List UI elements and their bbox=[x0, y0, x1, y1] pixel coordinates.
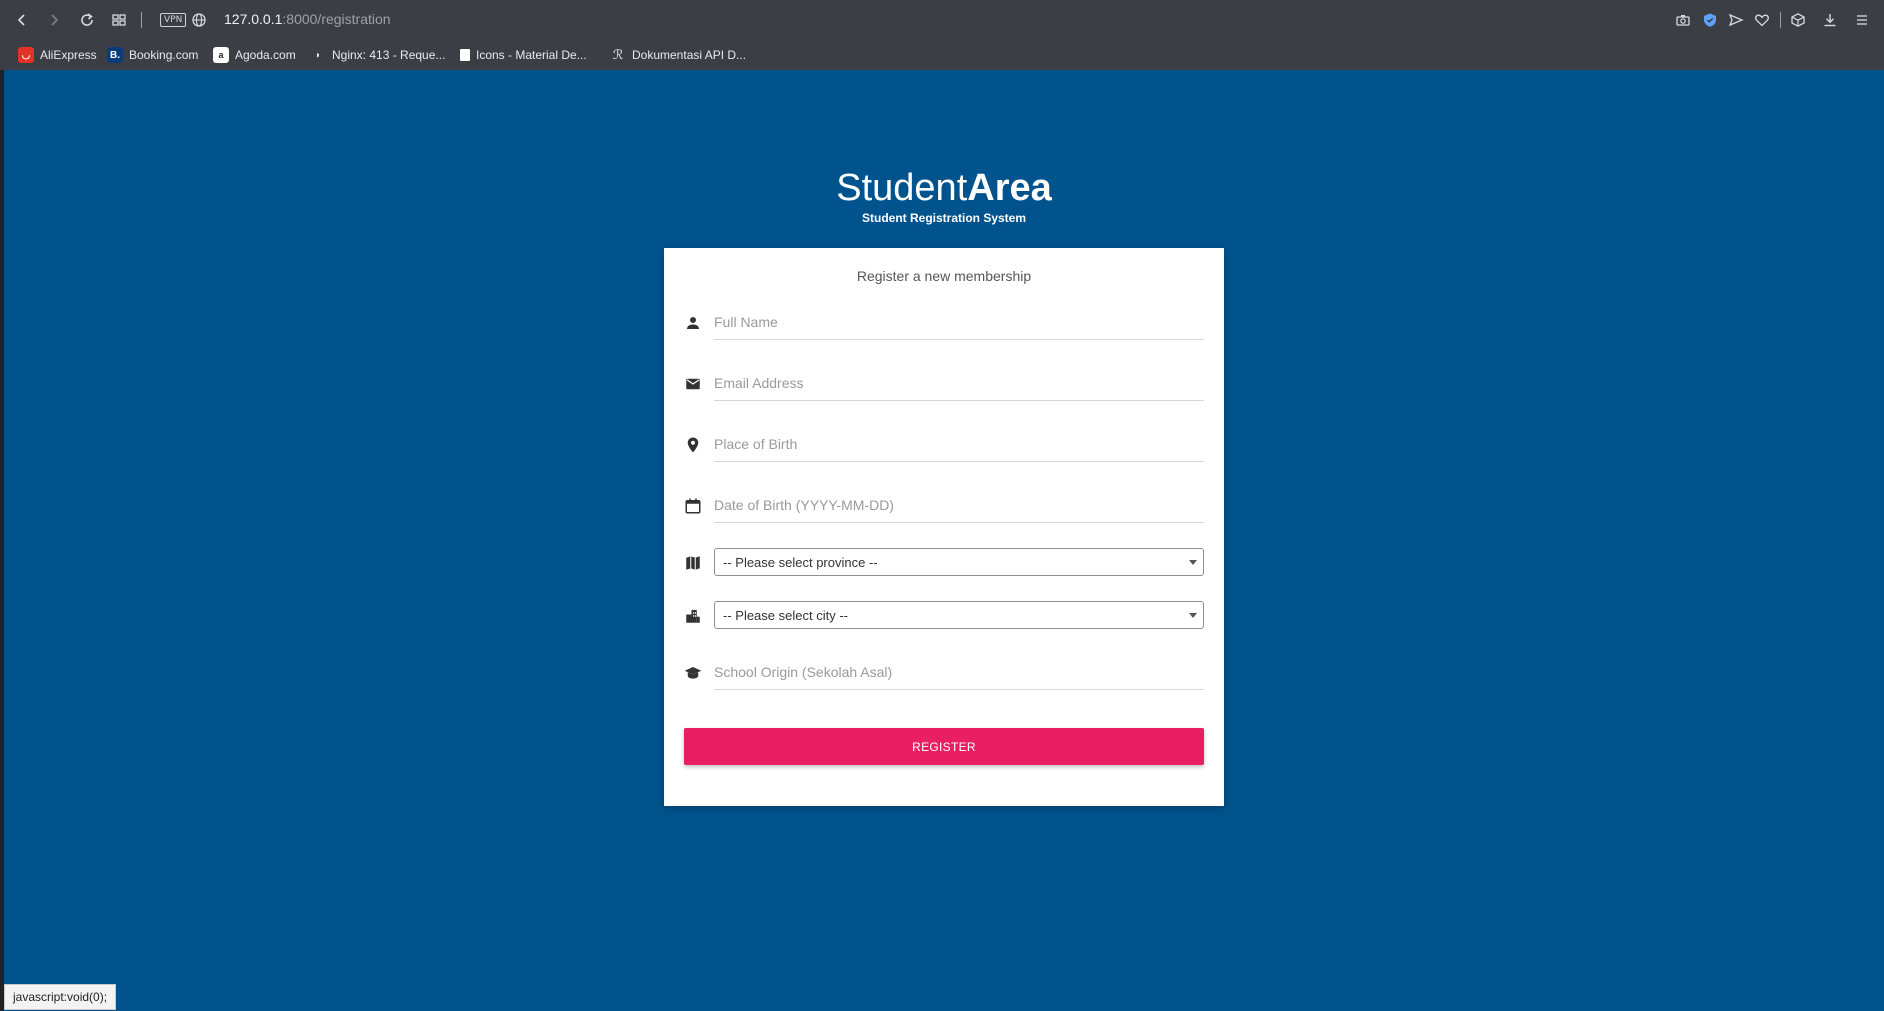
city-field: -- Please select city -- bbox=[684, 591, 1204, 639]
brand-bold: Area bbox=[967, 167, 1052, 209]
bookmark-label: Nginx: 413 - Reque... bbox=[332, 48, 446, 62]
url-path: :8000/registration bbox=[282, 11, 391, 27]
city-select[interactable]: -- Please select city -- bbox=[714, 601, 1204, 629]
toolbar-divider bbox=[141, 12, 142, 28]
email-input[interactable] bbox=[714, 365, 1204, 401]
download-icon[interactable] bbox=[1820, 10, 1840, 30]
email-icon bbox=[684, 375, 702, 393]
province-field: -- Please select province -- bbox=[684, 538, 1204, 586]
bookmark-material-icons[interactable]: Icons - Material De... bbox=[460, 46, 587, 64]
bookmark-label: Dokumentasi API D... bbox=[632, 48, 747, 62]
bookmark-label: Agoda.com bbox=[235, 48, 296, 62]
location-pin-icon bbox=[684, 436, 702, 454]
aliexpress-icon: ◡ bbox=[18, 47, 34, 63]
form-title: Register a new membership bbox=[856, 268, 1032, 284]
page-viewport: StudentArea Student Registration System … bbox=[4, 70, 1884, 1011]
toolbar-divider-right bbox=[1780, 12, 1781, 28]
shield-icon[interactable] bbox=[1700, 10, 1720, 30]
vpn-badge[interactable]: VPN bbox=[160, 13, 187, 27]
bookmark-label: AliExpress bbox=[40, 48, 97, 62]
nginx-icon: ◗ bbox=[314, 49, 322, 61]
school-origin-input[interactable] bbox=[714, 654, 1204, 690]
bookmark-api-docs[interactable]: ℛ Dokumentasi API D... bbox=[610, 46, 746, 64]
graduation-cap-icon bbox=[684, 664, 702, 682]
email-field bbox=[684, 359, 1204, 407]
province-select[interactable]: -- Please select province -- bbox=[714, 548, 1204, 576]
bookmarks-bar: ◡ AliExpress B. Booking.com a Agoda.com … bbox=[0, 40, 1884, 70]
brand-subtitle: Student Registration System bbox=[861, 211, 1027, 225]
chevron-down-icon bbox=[1189, 560, 1197, 565]
material-icon bbox=[460, 49, 470, 61]
city-buildings-icon bbox=[684, 607, 702, 625]
api-doc-icon: ℛ bbox=[612, 47, 624, 62]
tabs-grid-icon[interactable] bbox=[109, 10, 129, 30]
address-bar[interactable]: 127.0.0.1:8000/registration bbox=[224, 11, 391, 27]
bookmark-aliexpress[interactable]: ◡ AliExpress bbox=[18, 46, 97, 64]
send-icon[interactable] bbox=[1726, 10, 1746, 30]
city-selected-value: -- Please select city -- bbox=[723, 608, 848, 623]
map-icon bbox=[684, 554, 702, 572]
register-button[interactable]: REGISTER bbox=[684, 728, 1204, 765]
menu-icon[interactable] bbox=[1852, 10, 1872, 30]
bookmark-label: Icons - Material De... bbox=[476, 48, 587, 62]
status-bar-link-preview: javascript:void(0); bbox=[4, 984, 117, 1010]
bookmark-nginx[interactable]: ◗ Nginx: 413 - Reque... bbox=[310, 46, 445, 64]
browser-toolbar: VPN 127.0.0.1:8000/registration bbox=[0, 0, 1884, 40]
reload-icon[interactable] bbox=[77, 10, 97, 30]
heart-icon[interactable] bbox=[1752, 10, 1772, 30]
person-icon bbox=[684, 314, 702, 332]
registration-card: Register a new membership Full Name Emai… bbox=[664, 248, 1224, 806]
date-of-birth-field bbox=[684, 481, 1204, 529]
full-name-field bbox=[684, 298, 1204, 346]
bookmark-booking[interactable]: B. Booking.com bbox=[107, 46, 198, 64]
forward-icon[interactable] bbox=[44, 10, 64, 30]
bookmark-label: Booking.com bbox=[129, 48, 199, 62]
bookmark-agoda[interactable]: a Agoda.com bbox=[213, 46, 296, 64]
globe-icon[interactable] bbox=[189, 10, 209, 30]
brand-logo[interactable]: StudentArea bbox=[4, 167, 1884, 210]
calendar-icon bbox=[684, 497, 702, 515]
school-origin-field bbox=[684, 648, 1204, 696]
brand-light: Student bbox=[836, 167, 968, 209]
camera-icon[interactable] bbox=[1673, 10, 1693, 30]
province-selected-value: -- Please select province -- bbox=[723, 555, 878, 570]
chevron-down-icon bbox=[1189, 613, 1197, 618]
back-icon[interactable] bbox=[12, 10, 32, 30]
url-host: 127.0.0.1 bbox=[224, 11, 283, 27]
full-name-input[interactable] bbox=[714, 304, 1204, 340]
place-of-birth-input[interactable] bbox=[714, 426, 1204, 462]
cube-icon[interactable] bbox=[1788, 10, 1808, 30]
browser-chrome: VPN 127.0.0.1:8000/registration ◡ AliExp… bbox=[0, 0, 1884, 70]
place-of-birth-field bbox=[684, 420, 1204, 468]
booking-icon: B. bbox=[107, 47, 123, 63]
date-of-birth-input[interactable] bbox=[714, 487, 1204, 523]
agoda-icon: a bbox=[213, 47, 229, 63]
